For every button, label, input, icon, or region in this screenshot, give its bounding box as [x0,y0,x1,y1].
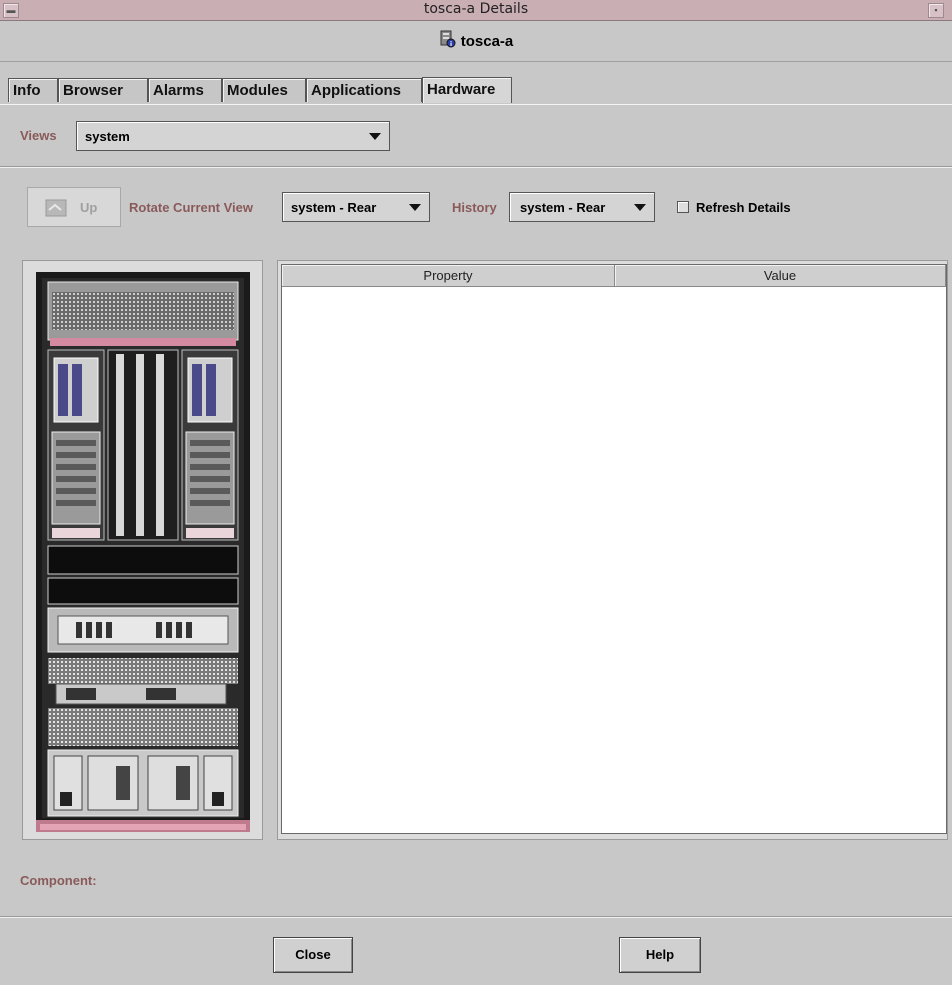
help-button[interactable]: Help [619,937,701,973]
server-icon: i [439,30,457,52]
views-dropdown[interactable]: system [76,121,390,151]
host-name: tosca-a [460,33,514,50]
window-title-bar[interactable]: ▬ tosca-a Details ▪ [0,0,952,21]
property-table[interactable]: Property Value [281,264,947,834]
tab-modules[interactable]: Modules [222,78,306,102]
system-rack-image[interactable] [36,272,250,832]
views-selected-value: system [85,129,130,144]
section-divider [0,166,952,168]
chevron-down-icon [409,204,421,211]
history-label: History [452,200,497,215]
views-label: Views [20,128,57,143]
chevron-down-icon [634,204,646,211]
chevron-down-icon [369,133,381,140]
up-button[interactable]: Up [27,187,121,227]
component-label: Component: [20,873,97,888]
column-header-property[interactable]: Property [282,265,615,287]
footer-divider [0,916,952,918]
history-dropdown[interactable]: system - Rear [509,192,655,222]
tab-hardware[interactable]: Hardware [422,77,512,103]
column-header-value[interactable]: Value [615,265,946,287]
tab-divider [0,104,952,105]
details-header: i tosca-a [0,21,952,62]
up-button-label: Up [80,200,98,215]
refresh-details-label[interactable]: Refresh Details [696,200,791,215]
rotate-view-dropdown[interactable]: system - Rear [282,192,430,222]
close-button[interactable]: Close [273,937,353,973]
minimize-icon[interactable]: ▪ [928,3,944,18]
tab-applications[interactable]: Applications [306,78,422,102]
window-title: tosca-a Details [423,1,529,17]
rotate-view-label: Rotate Current View [129,200,254,215]
svg-text:i: i [450,41,452,48]
host-title: i tosca-a [0,30,952,52]
folder-up-icon [45,198,67,223]
tab-alarms[interactable]: Alarms [148,78,222,102]
tab-info[interactable]: Info [8,78,58,102]
tab-browser[interactable]: Browser [58,78,148,102]
refresh-details-checkbox[interactable] [677,201,689,213]
rotate-view-selected-value: system - Rear [291,200,377,215]
history-selected-value: system - Rear [520,200,606,215]
